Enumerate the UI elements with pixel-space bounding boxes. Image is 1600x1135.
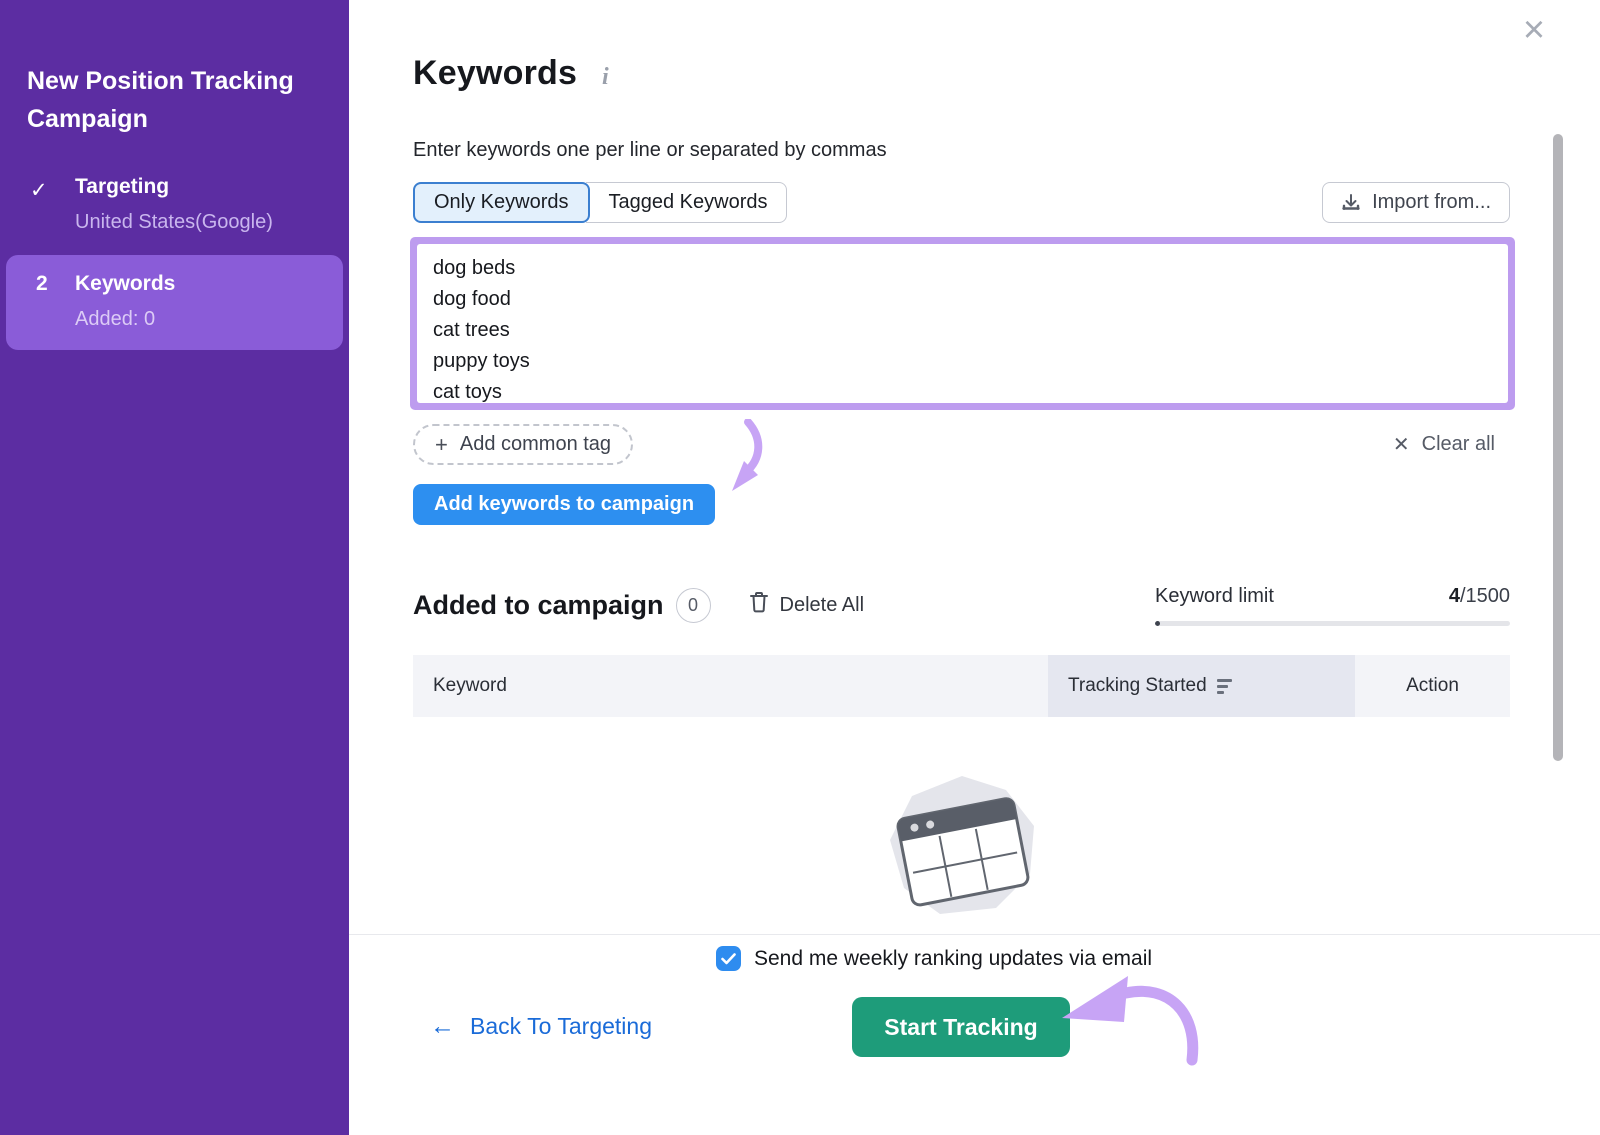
add-common-tag-button[interactable]: + Add common tag (413, 424, 633, 465)
add-common-tag-label: Add common tag (460, 433, 611, 456)
download-icon (1341, 193, 1361, 213)
added-count-badge: 0 (676, 588, 711, 623)
delete-all-button[interactable]: Delete All (749, 591, 865, 619)
add-keywords-to-campaign-button[interactable]: Add keywords to campaign (413, 484, 715, 525)
column-tracking-started[interactable]: Tracking Started (1048, 655, 1355, 717)
empty-table-illustration (880, 770, 1045, 922)
plus-icon: + (435, 432, 448, 458)
footer-divider (349, 934, 1600, 935)
tab-only-keywords[interactable]: Only Keywords (413, 182, 590, 223)
keywords-mode-tabs: Only Keywords Tagged Keywords (413, 182, 787, 223)
start-tracking-button[interactable]: Start Tracking (852, 997, 1070, 1057)
column-action: Action (1355, 655, 1510, 717)
column-keyword: Keyword (413, 655, 1048, 717)
keyword-limit-total: /1500 (1460, 585, 1510, 607)
clear-icon: ✕ (1393, 432, 1410, 457)
import-from-label: Import from... (1372, 191, 1491, 214)
keyword-limit-progressbar (1155, 621, 1510, 626)
keyword-limit-value: 4/1500 (1449, 585, 1510, 608)
step-keywords-label: Keywords (75, 272, 175, 296)
page-title: Keywords (413, 54, 577, 93)
keyword-limit-used: 4 (1449, 585, 1460, 607)
email-updates-checkbox[interactable] (716, 946, 741, 971)
sidebar-step-keywords[interactable]: 2 Keywords Added: 0 (6, 255, 343, 350)
back-to-targeting-label: Back To Targeting (470, 1013, 652, 1040)
info-icon[interactable]: i (602, 64, 609, 91)
step-number: 2 (36, 272, 48, 296)
check-icon: ✓ (30, 178, 48, 203)
step-keywords-sublabel: Added: 0 (75, 308, 155, 331)
keywords-table-header: Keyword Tracking Started Action (413, 655, 1510, 717)
left-arrow-icon: ← (430, 1012, 455, 1041)
keywords-instruction: Enter keywords one per line or separated… (413, 139, 887, 162)
step-targeting-label: Targeting (75, 175, 169, 199)
clear-all-button[interactable]: ✕ Clear all (1393, 432, 1495, 457)
column-tracking-started-label: Tracking Started (1068, 675, 1207, 697)
back-to-targeting-link[interactable]: ← Back To Targeting (430, 1012, 652, 1041)
step-targeting-sublabel: United States(Google) (75, 211, 273, 234)
wizard-sidebar: New Position Tracking Campaign ✓ Targeti… (0, 0, 349, 1135)
clear-all-label: Clear all (1422, 433, 1495, 456)
keywords-input[interactable]: dog beds dog food cat trees puppy toys c… (417, 244, 1508, 403)
added-to-campaign-title: Added to campaign (413, 590, 664, 621)
close-icon[interactable]: × (1512, 8, 1556, 52)
keyword-limit-label: Keyword limit (1155, 585, 1274, 608)
new-position-tracking-modal: New Position Tracking Campaign ✓ Targeti… (0, 0, 1600, 1135)
tab-tagged-keywords[interactable]: Tagged Keywords (586, 182, 788, 223)
added-to-campaign-header: Added to campaign 0 Delete All (413, 583, 864, 627)
keyword-limit-block: Keyword limit 4/1500 (1155, 585, 1510, 626)
keyword-limit-progress-fill (1155, 621, 1160, 626)
delete-all-label: Delete All (780, 594, 865, 617)
wizard-title: New Position Tracking Campaign (27, 62, 327, 138)
sort-descending-icon (1217, 679, 1232, 694)
vertical-scrollbar[interactable] (1553, 134, 1563, 761)
keywords-textarea-highlight: dog beds dog food cat trees puppy toys c… (410, 237, 1515, 410)
trash-icon (749, 591, 769, 619)
annotation-arrow-start-tracking-icon (1046, 966, 1206, 1066)
annotation-arrow-down-icon (722, 419, 768, 495)
import-from-button[interactable]: Import from... (1322, 182, 1510, 223)
